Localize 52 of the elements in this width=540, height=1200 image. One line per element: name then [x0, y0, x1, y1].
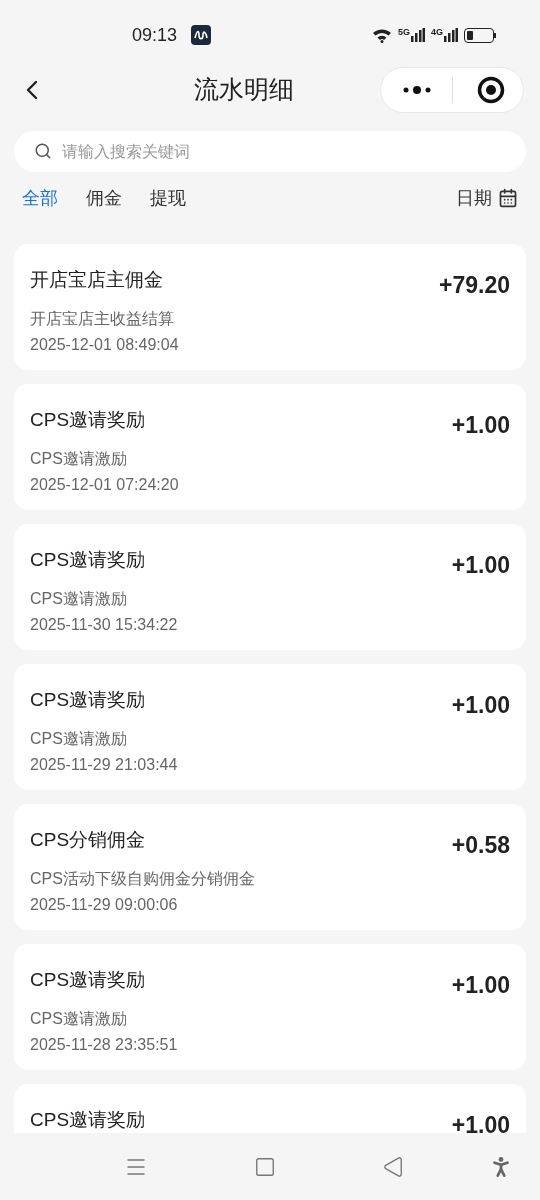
- record-time: 2025-11-30 15:34:22: [30, 614, 179, 635]
- record-title: CPS邀请奖励: [30, 688, 146, 712]
- search-field[interactable]: 请输入搜索关键词: [14, 131, 526, 172]
- record-description: CPS邀请激励: [30, 588, 128, 609]
- record-title: CPS分销佣金: [30, 828, 146, 852]
- wifi-icon: [371, 27, 392, 43]
- network-label: 5G: [397, 28, 410, 37]
- record-description: 开店宝店主收益结算: [30, 308, 175, 329]
- record-time: 2025-11-29 21:03:44: [30, 754, 179, 775]
- record-card[interactable]: CPS邀请奖励 +1.00 CPS邀请激励 2025-11-29 21:03:44: [14, 664, 526, 790]
- record-card[interactable]: CPS邀请奖励 +1.00 CPS邀请激励 2025-12-01 07:24:20: [14, 384, 526, 510]
- record-title: CPS邀请奖励: [30, 548, 146, 572]
- record-title: CPS邀请奖励: [30, 408, 146, 432]
- record-title: CPS邀请奖励: [30, 968, 146, 992]
- record-card[interactable]: 开店宝店主佣金 +79.20 开店宝店主收益结算 2025-12-01 08:49:04: [14, 244, 526, 370]
- app-notification-icon: [191, 25, 212, 45]
- record-card[interactable]: CPS邀请奖励 +1.00 CPS邀请激励 2025-11-28 23:35:51: [14, 944, 526, 1070]
- record-card[interactable]: CPS邀请奖励 +1.00: [14, 1084, 526, 1133]
- filter-tab[interactable]: 全部: [22, 184, 58, 212]
- page-title: 流水明细: [194, 74, 294, 106]
- record-amount: +0.58: [451, 831, 510, 860]
- record-description: CPS活动下级自购佣金分销佣金: [30, 868, 256, 889]
- calendar-icon: [498, 188, 518, 208]
- record-description: CPS邀请激励: [30, 728, 128, 749]
- signal-icon: [444, 28, 458, 42]
- date-filter-button[interactable]: 日期: [456, 184, 518, 212]
- back-nav-icon[interactable]: [382, 1155, 404, 1178]
- record-title: CPS邀请奖励: [30, 1108, 146, 1132]
- record-description: CPS邀请激励: [30, 1008, 128, 1029]
- record-amount: +1.00: [451, 971, 510, 1000]
- status-time: 09:13: [132, 23, 178, 47]
- home-icon[interactable]: [254, 1155, 276, 1178]
- more-icon[interactable]: [402, 85, 432, 95]
- record-card[interactable]: CPS邀请奖励 +1.00 CPS邀请激励 2025-11-30 15:34:22: [14, 524, 526, 650]
- record-title: 开店宝店主佣金: [30, 268, 163, 292]
- record-time: 2025-12-01 07:24:20: [30, 474, 180, 495]
- record-time: 2025-12-01 08:49:04: [30, 334, 180, 355]
- record-amount: +1.00: [451, 551, 510, 580]
- search-icon: [34, 142, 52, 160]
- record-amount: +79.20: [439, 271, 510, 300]
- record-amount: +1.00: [451, 1111, 510, 1133]
- record-amount: +1.00: [451, 691, 510, 720]
- record-description: CPS邀请激励: [30, 448, 128, 469]
- record-amount: +1.00: [451, 411, 510, 440]
- record-time: 2025-11-28 23:35:51: [30, 1034, 179, 1055]
- filter-tab[interactable]: 提现: [150, 184, 186, 212]
- network-label: 4G: [431, 28, 443, 37]
- battery-icon: [464, 27, 496, 43]
- record-card[interactable]: CPS分销佣金 +0.58 CPS活动下级自购佣金分销佣金 2025-11-29 09:00:06: [14, 804, 526, 930]
- signal-icon: [411, 28, 425, 42]
- record-time: 2025-11-29 09:00:06: [30, 894, 179, 915]
- filter-tab[interactable]: 佣金: [86, 184, 122, 212]
